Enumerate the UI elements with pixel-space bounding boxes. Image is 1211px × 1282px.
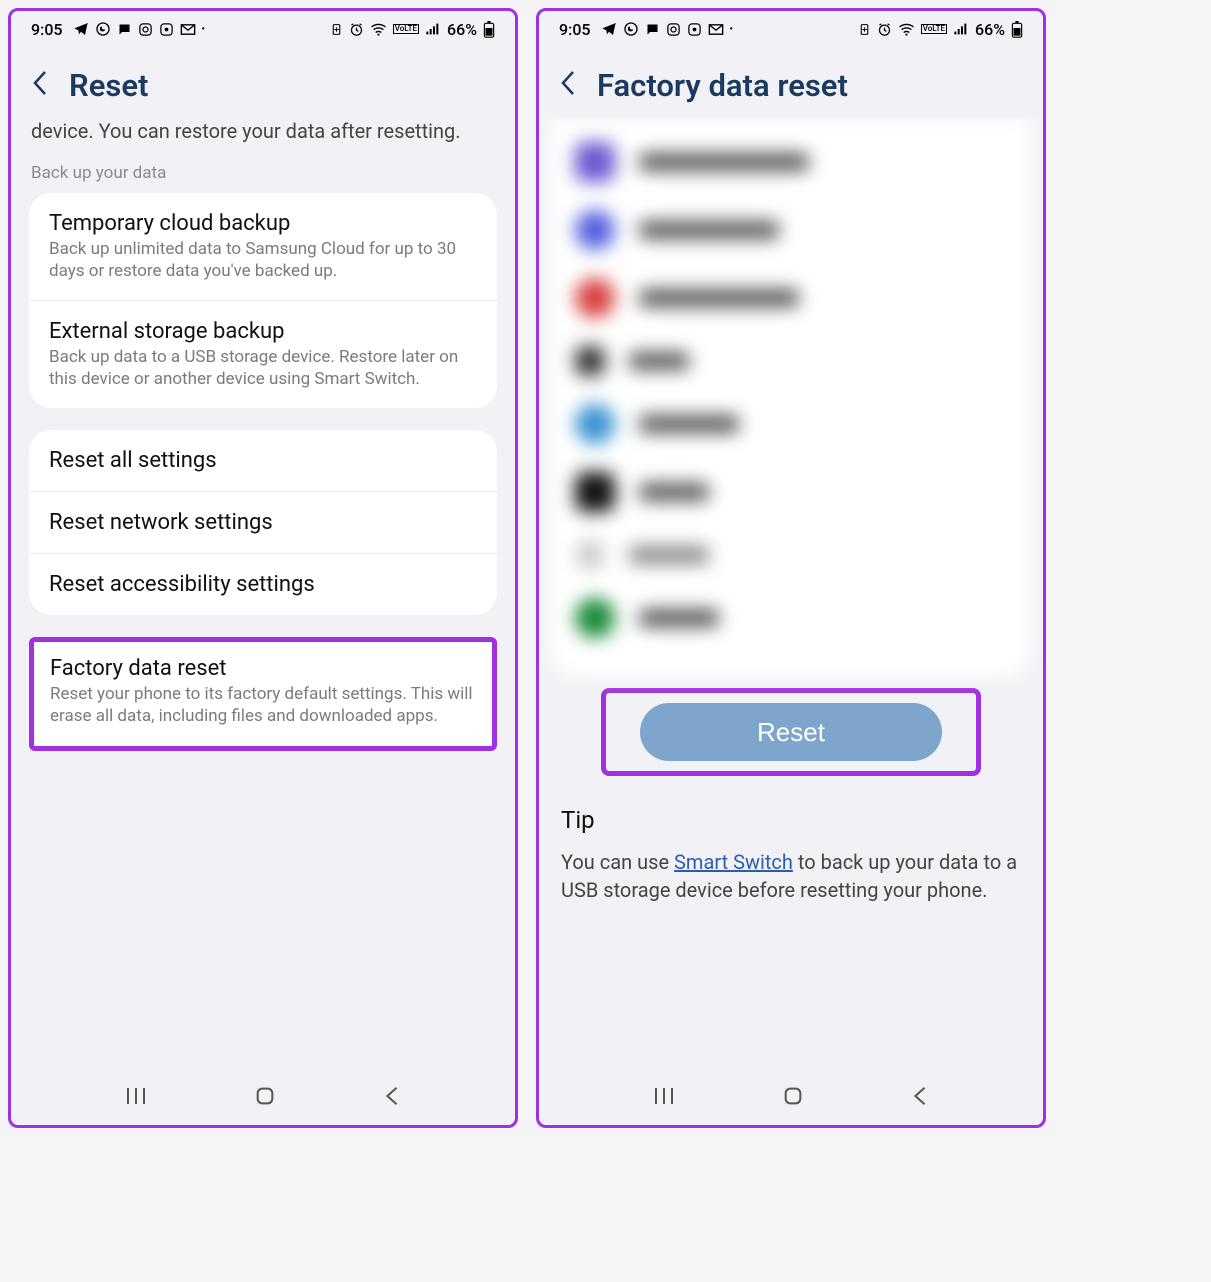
volte-icon: VoLTE (921, 24, 947, 34)
chat-icon (117, 22, 132, 37)
battery-icon (483, 21, 495, 38)
telegram-icon (73, 21, 89, 37)
intro-text: device. You can restore your data after … (29, 118, 497, 159)
status-bar: 9:05 • VoLTE 66% (11, 11, 515, 47)
tip-text-before: You can use (561, 850, 674, 874)
recents-icon[interactable] (125, 1086, 147, 1110)
row-subtitle: Back up unlimited data to Samsung Cloud … (49, 238, 477, 282)
camera-icon (159, 22, 174, 37)
tip-section: Tip You can use Smart Switch to back up … (551, 796, 1031, 904)
status-time: 9:05 (31, 20, 63, 39)
external-storage-backup-row[interactable]: External storage backup Back up data to … (29, 300, 497, 408)
back-nav-icon[interactable] (911, 1085, 929, 1111)
apps-list-blurred (551, 118, 1031, 676)
page-title: Factory data reset (597, 67, 848, 104)
row-title: Reset network settings (49, 510, 477, 535)
page-title: Reset (69, 67, 148, 104)
reset-accessibility-settings-row[interactable]: Reset accessibility settings (29, 553, 497, 615)
header: Reset (11, 47, 515, 118)
row-title: Reset all settings (49, 448, 477, 473)
list-item (569, 526, 1013, 584)
reset-network-settings-row[interactable]: Reset network settings (29, 491, 497, 553)
backup-card: Temporary cloud backup Back up unlimited… (29, 193, 497, 408)
instagram-icon (138, 22, 153, 37)
battery-icon (1011, 21, 1023, 38)
gmail-icon (708, 23, 724, 36)
smart-switch-link[interactable]: Smart Switch (674, 850, 793, 874)
battery-saver-icon (330, 22, 343, 37)
more-dot-icon: • (202, 24, 206, 35)
wifi-icon (370, 22, 387, 36)
reset-all-settings-row[interactable]: Reset all settings (29, 430, 497, 491)
alarm-icon (877, 22, 892, 37)
tip-text: You can use Smart Switch to back up your… (561, 848, 1021, 904)
row-subtitle: Reset your phone to its factory default … (50, 683, 476, 727)
reset-button[interactable]: Reset (640, 703, 942, 761)
section-label: Back up your data (29, 159, 497, 193)
list-item (569, 196, 1013, 264)
resets-card: Reset all settings Reset network setting… (29, 430, 497, 615)
list-item (569, 390, 1013, 458)
camera-icon (687, 22, 702, 37)
back-icon[interactable] (559, 69, 577, 103)
back-icon[interactable] (31, 69, 49, 103)
recents-icon[interactable] (653, 1086, 675, 1110)
more-dot-icon: • (730, 24, 734, 35)
home-icon[interactable] (254, 1085, 276, 1111)
instagram-icon (666, 22, 681, 37)
battery-saver-icon (858, 22, 871, 37)
list-item (569, 458, 1013, 526)
tip-title: Tip (561, 806, 1021, 834)
volte-icon: VoLTE (393, 24, 419, 34)
wifi-icon (898, 22, 915, 36)
alarm-icon (349, 22, 364, 37)
list-item (569, 128, 1013, 196)
status-time: 9:05 (559, 20, 591, 39)
list-item (569, 332, 1013, 390)
telegram-icon (601, 21, 617, 37)
header: Factory data reset (539, 47, 1043, 118)
factory-data-reset-row[interactable]: Factory data reset Reset your phone to i… (29, 637, 497, 750)
reset-button-highlight: Reset (601, 688, 981, 776)
whatsapp-icon (623, 21, 639, 37)
list-item (569, 584, 1013, 652)
reset-screen: 9:05 • VoLTE 66% Reset device. You can r… (8, 8, 518, 1128)
back-nav-icon[interactable] (383, 1085, 401, 1111)
battery-percent: 66% (447, 20, 477, 39)
nav-bar (539, 1071, 1043, 1125)
row-subtitle: Back up data to a USB storage device. Re… (49, 346, 477, 390)
factory-data-reset-screen: 9:05 • VoLTE 66% Factory data reset (536, 8, 1046, 1128)
home-icon[interactable] (782, 1085, 804, 1111)
row-title: Temporary cloud backup (49, 211, 477, 236)
row-title: Reset accessibility settings (49, 572, 477, 597)
nav-bar (11, 1071, 515, 1125)
battery-percent: 66% (975, 20, 1005, 39)
temporary-cloud-backup-row[interactable]: Temporary cloud backup Back up unlimited… (29, 193, 497, 300)
row-title: Factory data reset (50, 656, 476, 681)
signal-icon (425, 22, 441, 36)
status-bar: 9:05 • VoLTE 66% (539, 11, 1043, 47)
gmail-icon (180, 23, 196, 36)
chat-icon (645, 22, 660, 37)
whatsapp-icon (95, 21, 111, 37)
signal-icon (953, 22, 969, 36)
row-title: External storage backup (49, 319, 477, 344)
list-item (569, 264, 1013, 332)
